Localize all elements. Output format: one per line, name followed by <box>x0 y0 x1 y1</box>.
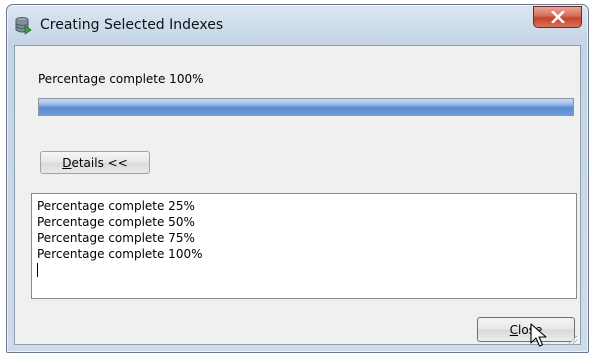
log-line: Percentage complete 25% <box>37 199 195 213</box>
close-mnemonic: C <box>509 322 519 337</box>
close-button[interactable]: Close <box>477 317 575 342</box>
title-bar[interactable]: Creating Selected Indexes <box>7 5 588 45</box>
log-line: Percentage complete 75% <box>37 231 195 245</box>
window-title: Creating Selected Indexes <box>40 17 224 33</box>
progress-bar-fill <box>39 99 573 115</box>
details-mnemonic: D <box>62 155 72 170</box>
percentage-label: Percentage complete 100% <box>38 72 204 86</box>
details-toggle-button[interactable]: Details << <box>40 151 150 174</box>
dialog-window: Creating Selected Indexes Percentage com… <box>6 4 589 353</box>
resize-grip-icon[interactable] <box>566 330 578 345</box>
mouse-pointer-icon <box>530 323 548 351</box>
details-label: etails << <box>71 155 128 170</box>
database-create-icon <box>14 16 34 36</box>
window-close-button[interactable] <box>533 6 582 28</box>
dialog-content: Percentage complete 100% Details << Perc… <box>14 45 581 345</box>
progress-bar <box>38 98 574 116</box>
text-caret <box>37 263 38 277</box>
log-line: Percentage complete 50% <box>37 215 195 229</box>
log-line: Percentage complete 100% <box>37 247 203 261</box>
close-icon <box>550 11 565 23</box>
details-log-textarea[interactable]: Percentage complete 25% Percentage compl… <box>31 193 577 299</box>
